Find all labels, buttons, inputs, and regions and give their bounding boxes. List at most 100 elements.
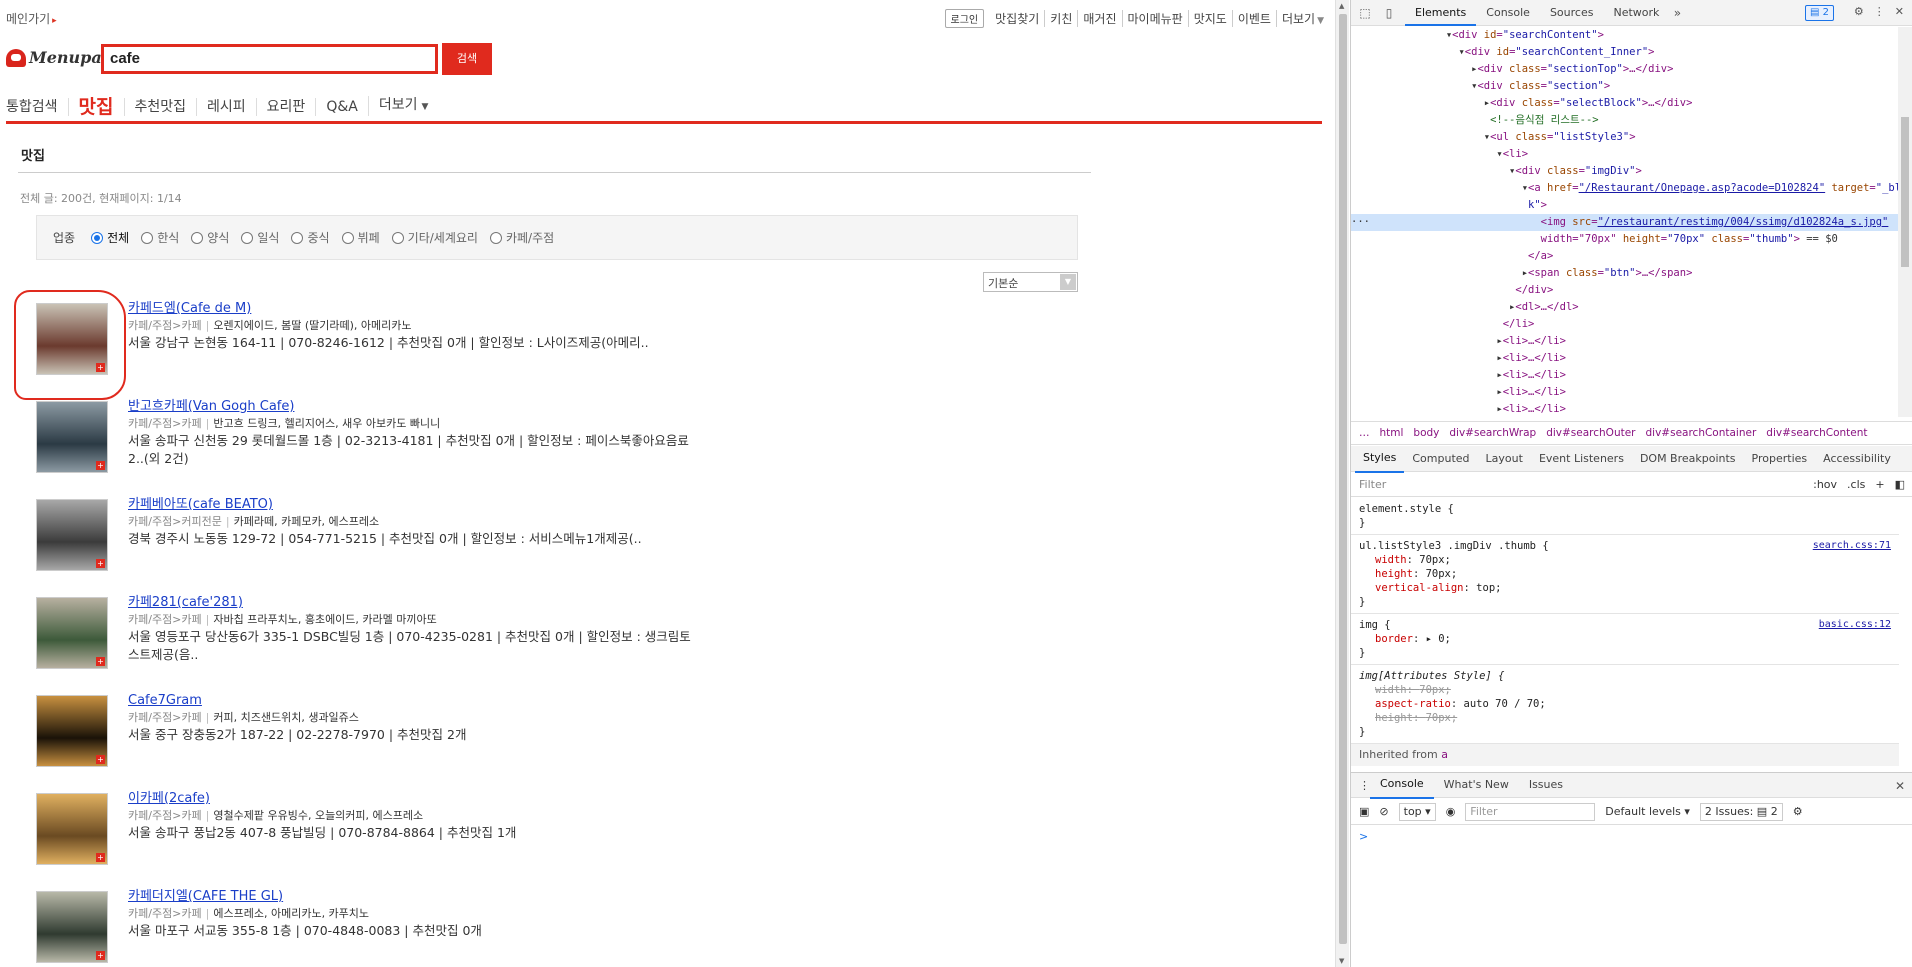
log-levels-select[interactable]: Default levels ▾ — [1605, 805, 1690, 818]
dom-node[interactable]: </li> — [1351, 316, 1899, 333]
dom-node[interactable]: ▸<span class="btn">…</span> — [1351, 265, 1899, 282]
tab-layout[interactable]: Layout — [1478, 446, 1531, 472]
filter-radio[interactable]: 양식 — [191, 229, 229, 246]
top-nav-item[interactable]: 매거진 — [1077, 10, 1121, 27]
filter-radio[interactable]: 기타/세계요리 — [391, 229, 478, 246]
tab-issues[interactable]: Issues — [1519, 772, 1573, 798]
context-select[interactable]: top ▾ — [1398, 802, 1436, 821]
restaurant-title-link[interactable]: Cafe7Gram — [128, 692, 748, 709]
dom-node[interactable]: <!--음식점 리스트--> — [1351, 112, 1899, 129]
dom-node[interactable]: ▸<li>…</li> — [1351, 350, 1899, 367]
restaurant-title-link[interactable]: 이카페(2cafe) — [128, 790, 748, 807]
dom-node[interactable]: ▸<li>…</li> — [1351, 401, 1899, 417]
restaurant-title-link[interactable]: 카페더지엘(CAFE THE GL) — [128, 888, 748, 905]
scroll-down-icon[interactable]: ▼ — [1339, 957, 1344, 965]
breadcrumb-item[interactable]: div#searchContent — [1766, 427, 1867, 439]
dom-node[interactable]: k"> — [1351, 197, 1899, 214]
device-toolbar-icon[interactable]: ▯ — [1381, 5, 1397, 21]
dom-node[interactable]: ▾<li> — [1351, 146, 1899, 163]
main-nav-item[interactable]: Q&A — [315, 98, 368, 116]
top-nav-item[interactable]: 키친 — [1044, 10, 1077, 27]
tab-elements[interactable]: Elements — [1405, 0, 1477, 26]
breadcrumb-item[interactable]: html — [1380, 427, 1404, 439]
main-nav-item-active[interactable]: 맛집 — [67, 98, 124, 117]
breadcrumb-item[interactable]: div#searchOuter — [1546, 427, 1635, 439]
dom-node[interactable]: </a> — [1351, 248, 1899, 265]
tab-event-listeners[interactable]: Event Listeners — [1531, 446, 1632, 472]
console-prompt[interactable]: > — [1359, 830, 1368, 843]
console-filter-input[interactable]: Filter — [1465, 802, 1596, 821]
hover-state-button[interactable]: :hov — [1813, 478, 1837, 491]
css-property[interactable]: width: 70px; — [1359, 683, 1891, 697]
dom-node[interactable]: ▸<li>…</li> — [1351, 333, 1899, 350]
styles-filter-input[interactable]: Filter — [1359, 478, 1386, 491]
dom-node[interactable]: ▾<div class="imgDiv"> — [1351, 163, 1899, 180]
tab-console[interactable]: Console — [1476, 0, 1540, 26]
main-nav-item[interactable]: 통합검색 — [6, 98, 68, 116]
scroll-up-icon[interactable]: ▲ — [1339, 2, 1344, 10]
dom-node[interactable]: ▸<div class="selectBlock">…</div> — [1351, 95, 1899, 112]
tab-properties[interactable]: Properties — [1744, 446, 1816, 472]
issues-counter[interactable]: 2 Issues: ▤ 2 — [1699, 802, 1783, 821]
tab-accessibility[interactable]: Accessibility — [1815, 446, 1899, 472]
tab-computed[interactable]: Computed — [1404, 446, 1477, 472]
more-tabs-icon[interactable]: » — [1669, 5, 1685, 21]
breadcrumb-item[interactable]: … — [1359, 427, 1370, 439]
issues-badge[interactable]: ▤ 2 — [1804, 5, 1834, 21]
css-property[interactable]: border: ▸ 0; — [1359, 632, 1891, 646]
inspect-icon[interactable]: ⬚ — [1357, 5, 1373, 21]
eye-icon[interactable]: ◉ — [1446, 805, 1456, 818]
main-nav-item[interactable]: 추천맛집 — [123, 98, 197, 116]
class-toggle-button[interactable]: .cls — [1847, 478, 1865, 491]
main-nav-item[interactable]: 레시피 — [196, 98, 256, 116]
top-nav-item[interactable]: 맛지도 — [1187, 10, 1232, 27]
top-nav-item[interactable]: 마이메뉴판 — [1121, 10, 1188, 27]
dom-node[interactable]: ▾<div class="section"> — [1351, 78, 1899, 95]
sort-select[interactable]: 기본순 ▼ — [983, 272, 1078, 292]
dom-node[interactable]: ▸<li>…</li> — [1351, 384, 1899, 401]
sidebar-toggle-icon[interactable]: ▣ — [1359, 805, 1369, 818]
tab-styles[interactable]: Styles — [1355, 445, 1405, 473]
css-property[interactable]: height: 70px; — [1359, 567, 1891, 581]
filter-radio[interactable]: 뷔페 — [341, 229, 380, 246]
add-icon[interactable]: + — [96, 559, 105, 568]
dom-node[interactable]: ▾<div id="searchContent"> — [1351, 27, 1899, 44]
css-source-link[interactable]: search.css:71 — [1813, 539, 1891, 553]
breadcrumb-item[interactable]: div#searchContainer — [1646, 427, 1757, 439]
clear-console-icon[interactable]: ⊘ — [1379, 805, 1388, 818]
gear-icon[interactable]: ⚙ — [1793, 805, 1803, 818]
css-source-link[interactable]: basic.css:12 — [1819, 618, 1891, 632]
dom-node[interactable]: ▾<div id="searchContent_Inner"> — [1351, 44, 1899, 61]
scrollbar-thumb[interactable] — [1901, 117, 1909, 267]
top-nav-item[interactable]: 이벤트 — [1231, 10, 1276, 27]
restaurant-title-link[interactable]: 반고흐카페(Van Gogh Cafe) — [128, 398, 748, 415]
restaurant-thumbnail[interactable]: + — [36, 793, 108, 865]
tab-network[interactable]: Network — [1603, 0, 1669, 26]
top-nav-item[interactable]: 더보기 ▼ — [1275, 10, 1329, 27]
search-button[interactable]: 검색 — [442, 43, 492, 75]
breadcrumb-item[interactable]: div#searchWrap — [1449, 427, 1536, 439]
dom-node[interactable]: ··· <img src="/restaurant/restimg/004/ss… — [1351, 214, 1899, 231]
dom-node[interactable]: ▸<dl>…</dl> — [1351, 299, 1899, 316]
restaurant-thumbnail[interactable]: + — [36, 891, 108, 963]
dom-node[interactable]: ▾<a href="/Restaurant/Onepage.asp?acode=… — [1351, 180, 1899, 197]
dom-scrollbar[interactable] — [1898, 27, 1912, 417]
restaurant-thumbnail[interactable]: + — [36, 695, 108, 767]
tab-whats-new[interactable]: What's New — [1434, 772, 1519, 798]
dom-node[interactable]: ▸<li>…</li> — [1351, 367, 1899, 384]
restaurant-thumbnail[interactable]: + — [36, 597, 108, 669]
sidebar-toggle-icon[interactable]: ◧ — [1895, 478, 1905, 491]
kebab-menu-icon[interactable]: ⋮ — [1874, 5, 1885, 18]
filter-radio[interactable]: 일식 — [241, 229, 279, 246]
dom-node[interactable]: </div> — [1351, 282, 1899, 299]
main-nav-item[interactable]: 요리판 — [255, 98, 316, 116]
scrollbar-thumb[interactable] — [1339, 14, 1347, 944]
breadcrumb-item[interactable]: body — [1413, 427, 1439, 439]
home-link[interactable]: 메인가기 ▸ — [6, 10, 57, 27]
filter-radio[interactable]: 전체 — [91, 229, 129, 246]
close-icon[interactable]: ✕ — [1895, 779, 1905, 793]
restaurant-thumbnail[interactable]: + — [36, 401, 108, 473]
close-icon[interactable]: ✕ — [1895, 5, 1904, 18]
filter-radio[interactable]: 카페/주점 — [489, 229, 554, 246]
main-nav-item-more[interactable]: 더보기 ▼ — [367, 96, 439, 116]
